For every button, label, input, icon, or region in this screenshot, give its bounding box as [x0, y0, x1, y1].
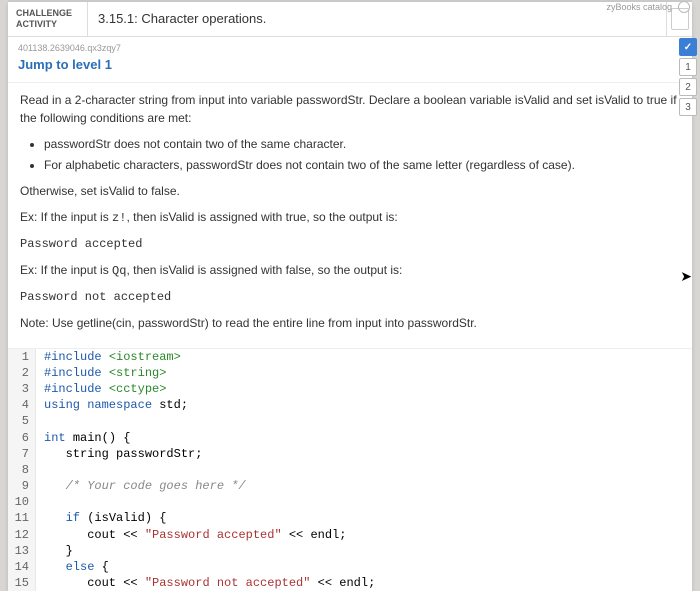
output-2: Password not accepted [20, 288, 680, 306]
challenge-label-line1: CHALLENGE [16, 8, 79, 19]
bullet-2: For alphabetic characters, passwordStr d… [44, 156, 680, 174]
level-1-button[interactable]: 1 [679, 58, 697, 76]
level-3-button[interactable]: 3 [679, 98, 697, 116]
jump-to-level-link[interactable]: Jump to level 1 [8, 55, 692, 82]
progress-rail: ✓ 1 2 3 [678, 38, 698, 116]
bullet-1: passwordStr does not contain two of the … [44, 135, 680, 153]
challenge-card: CHALLENGE ACTIVITY 3.15.1: Character ope… [8, 2, 692, 591]
challenge-label-line2: ACTIVITY [16, 19, 79, 30]
example-1: Ex: If the input is z!, then isValid is … [20, 208, 680, 227]
example-2: Ex: If the input is Qq, then isValid is … [20, 261, 680, 280]
instructions: Read in a 2-character string from input … [8, 82, 692, 348]
note-text: Note: Use getline(cin, passwordStr) to r… [20, 314, 680, 332]
intro-text: Read in a 2-character string from input … [20, 91, 680, 127]
challenge-label: CHALLENGE ACTIVITY [8, 2, 88, 36]
meta-id: 401138.2639046.qx3zqy7 [8, 37, 692, 55]
top-nav-remnant: zyBooks catalog [606, 0, 690, 14]
output-1: Password accepted [20, 235, 680, 253]
progress-check-icon[interactable]: ✓ [679, 38, 697, 56]
cursor-icon: ➤ [680, 268, 692, 285]
challenge-header: CHALLENGE ACTIVITY 3.15.1: Character ope… [8, 2, 692, 37]
challenge-title: 3.15.1: Character operations. [88, 2, 666, 36]
otherwise-text: Otherwise, set isValid to false. [20, 182, 680, 200]
help-icon[interactable] [678, 1, 690, 13]
code-editor[interactable]: 1#include <iostream> 2#include <string> … [8, 348, 692, 591]
catalog-label: zyBooks catalog [606, 2, 672, 12]
level-2-button[interactable]: 2 [679, 78, 697, 96]
